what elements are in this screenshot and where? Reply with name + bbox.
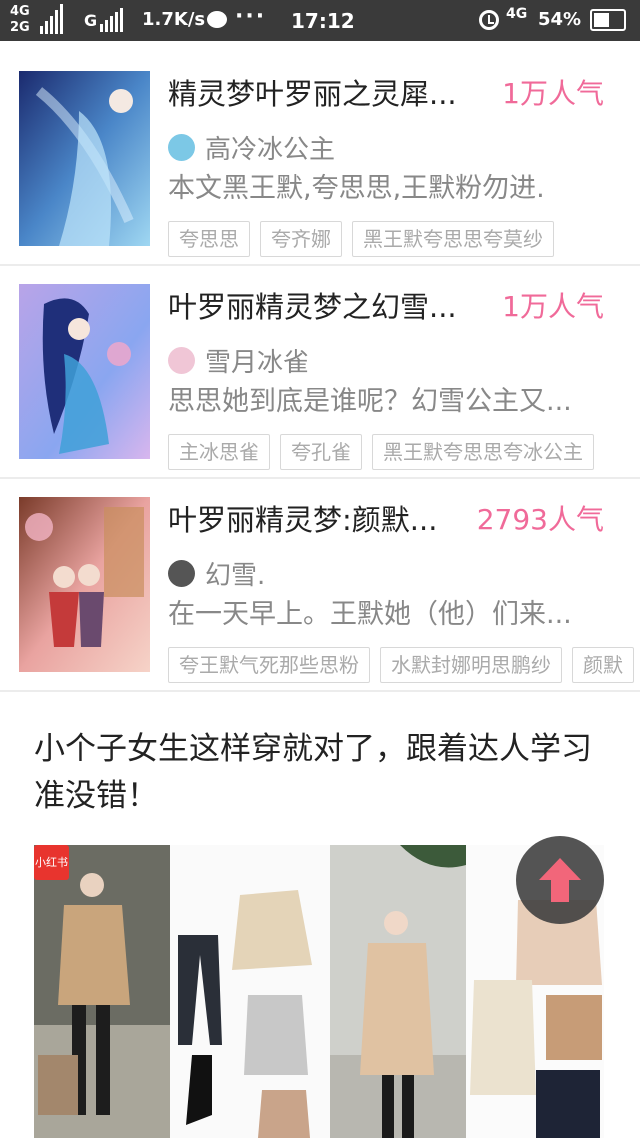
battery-percent: 54%: [538, 9, 582, 30]
story-tag[interactable]: 黑王默夸思思夸莫纱: [352, 221, 554, 257]
story-item[interactable]: 叶罗丽精灵梦之幻雪... 1万人气 雪月冰雀 思思她到底是谁呢？幻雪公主又...…: [0, 266, 640, 479]
story-tags: 夸王默气死那些思粉 水默封娜明思鹏纱 颜默: [168, 647, 640, 685]
author-name: 幻雪.: [205, 560, 266, 591]
story-title[interactable]: 精灵梦叶罗丽之灵犀...: [168, 75, 488, 113]
story-author[interactable]: 幻雪.: [168, 557, 266, 591]
story-tags: 主冰思雀 夸孔雀 黑王默夸思思夸冰公主: [168, 434, 640, 472]
story-title[interactable]: 叶罗丽精灵梦:颜默...: [168, 501, 488, 539]
story-tag[interactable]: 夸王默气死那些思粉: [168, 647, 370, 683]
story-tag[interactable]: 夸孔雀: [280, 434, 362, 470]
author-avatar: [168, 346, 195, 374]
author-avatar: [168, 133, 195, 161]
author-avatar: [168, 559, 195, 587]
up-arrow-icon: [539, 858, 581, 902]
story-tag[interactable]: 水默封娜明思鹏纱: [380, 647, 562, 683]
story-author[interactable]: 高冷冰公主: [168, 131, 336, 165]
story-tag[interactable]: 主冰思雀: [168, 434, 270, 470]
scroll-to-top-button[interactable]: [516, 836, 604, 924]
more-notifications-icon: ···: [235, 4, 267, 29]
story-tag[interactable]: 黑王默夸思思夸冰公主: [372, 434, 594, 470]
story-cover-image[interactable]: [19, 284, 150, 459]
battery-level: [594, 13, 610, 27]
story-tags: 夸思思 夸齐娜 黑王默夸思思夸莫纱: [168, 221, 640, 259]
story-tag[interactable]: 颜默: [572, 647, 634, 683]
signal-icon: [40, 4, 63, 34]
g-network-label: G: [84, 11, 98, 30]
network-speed: 1.7K/s: [142, 9, 206, 30]
story-cover-image[interactable]: [19, 71, 150, 246]
outfit-photo: [330, 845, 466, 1138]
author-name: 雪月冰雀: [205, 347, 310, 378]
story-item[interactable]: 精灵梦叶罗丽之灵犀... 1万人气 高冷冰公主 本文黑王默,夸思思,王默粉勿进.…: [0, 53, 640, 266]
story-popularity: 1万人气: [502, 290, 604, 323]
battery-icon: [590, 9, 626, 31]
network-type-top: 4G: [10, 4, 30, 19]
article-title[interactable]: 小个子女生这样穿就对了，跟着达人学习准没错！: [34, 726, 614, 820]
clock: 17:12: [291, 9, 355, 33]
story-description: 在一天早上。王默她（他）们来...: [168, 599, 572, 630]
outfit-photo: 小红书: [34, 845, 170, 1138]
story-description: 本文黑王默,夸思思,王默粉勿进.: [168, 173, 545, 204]
signal-icon-secondary: [100, 8, 123, 32]
story-item[interactable]: 叶罗丽精灵梦:颜默... 2793人气 幻雪. 在一天早上。王默她（他）们来..…: [0, 479, 640, 692]
clothing-items: [170, 845, 330, 1138]
story-popularity: 2793人气: [476, 503, 604, 536]
xiaohongshu-badge: 小红书: [34, 845, 69, 880]
alarm-icon: [479, 10, 499, 30]
message-icon: [207, 11, 227, 28]
author-name: 高冷冰公主: [205, 134, 336, 165]
network-type-bottom: 2G: [10, 20, 30, 35]
story-author[interactable]: 雪月冰雀: [168, 344, 310, 378]
status-bar: 4G 2G G 1.7K/s ··· 17:12 4G 54%: [0, 0, 640, 41]
story-description: 思思她到底是谁呢？幻雪公主又...: [168, 386, 572, 417]
story-popularity: 1万人气: [502, 77, 604, 110]
story-title[interactable]: 叶罗丽精灵梦之幻雪...: [168, 288, 488, 326]
network-4g-label: 4G: [506, 6, 528, 22]
network-type: 4G 2G: [10, 4, 30, 36]
story-tag[interactable]: 夸齐娜: [260, 221, 342, 257]
story-tag[interactable]: 夸思思: [168, 221, 250, 257]
story-cover-image[interactable]: [19, 497, 150, 672]
